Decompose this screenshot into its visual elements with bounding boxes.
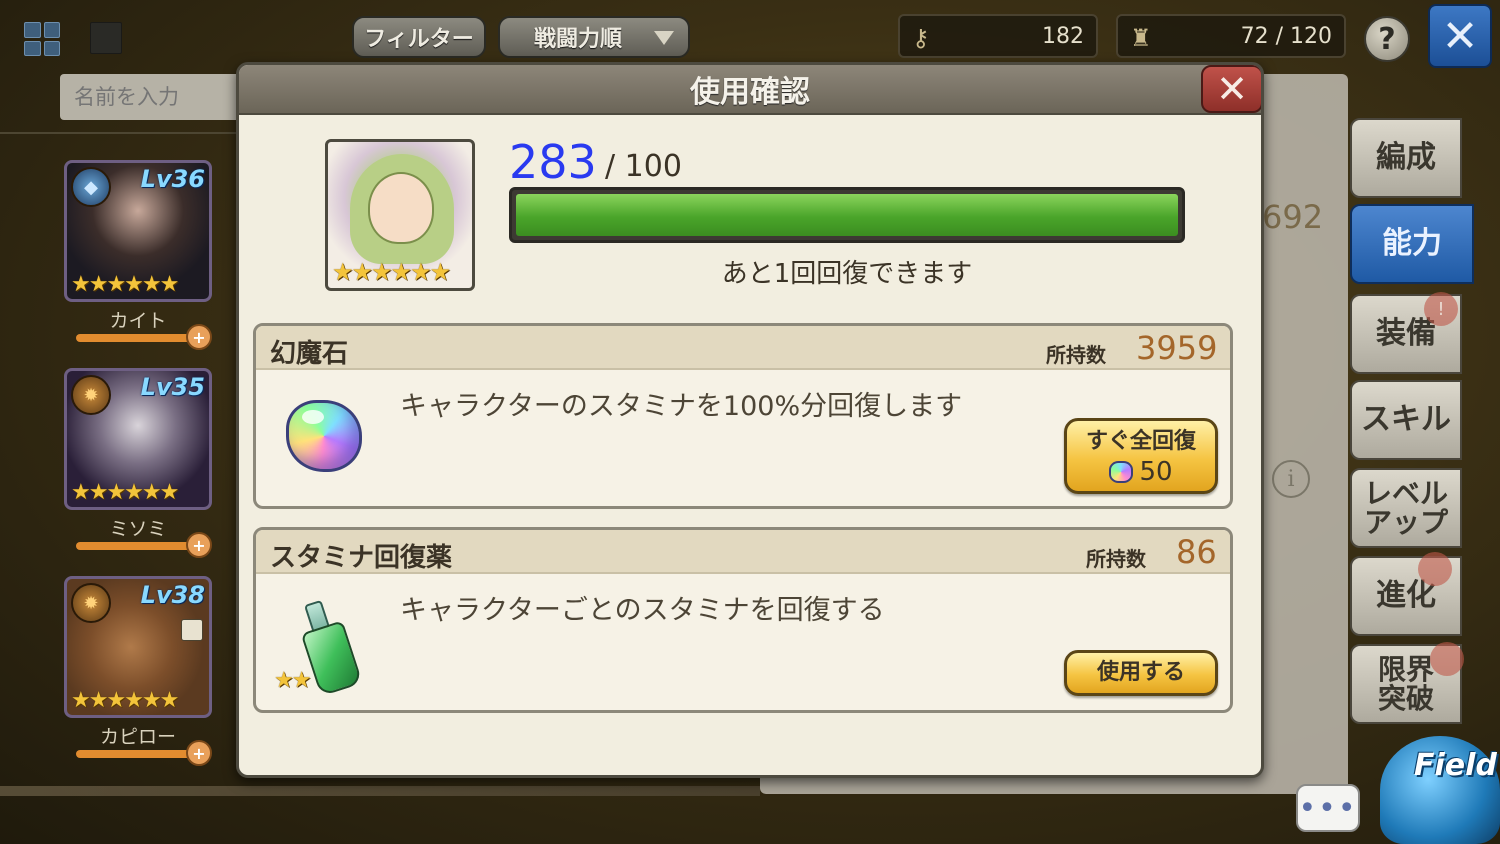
character-card[interactable]: ✹ Lv35 ★★★★★★ ミソミ +: [64, 368, 214, 560]
name-search-input[interactable]: [60, 74, 240, 120]
stamina-current: 283: [509, 135, 597, 189]
tab-formation[interactable]: 編成: [1350, 118, 1462, 198]
item-description: キャラクターごとのスタミナを回復する: [400, 595, 885, 626]
stamina-mini-bar: [76, 750, 194, 758]
item-description: キャラクターのスタミナを100%分回復します: [400, 391, 963, 422]
notification-badge: !: [1424, 292, 1458, 326]
plus-icon[interactable]: +: [186, 532, 212, 558]
grid-view-button[interactable]: [22, 20, 62, 58]
full-recover-label: すぐ全回復: [1085, 429, 1196, 454]
filter-button[interactable]: フィルター: [352, 16, 486, 58]
character-capacity-icon: ♜: [1130, 24, 1152, 52]
notification-badge: [1418, 552, 1452, 586]
owned-count: 3959: [1136, 329, 1218, 367]
recovery-note: あと1回回復できます: [721, 259, 973, 289]
item-panel-magic-stone: 幻魔石 所持数 3959 キャラクターのスタミナを100%分回復します すぐ全回…: [253, 323, 1233, 509]
item-name: スタミナ回復薬: [270, 543, 453, 573]
character-card[interactable]: ✹ Lv38 ★★★★★★ カピロー +: [64, 576, 214, 768]
rarity-stars: ★★★★★★: [71, 688, 179, 713]
potion-icon: ★★: [274, 596, 378, 697]
fire-element-icon: ✹: [71, 375, 111, 415]
field-label: Field: [1414, 748, 1497, 783]
cost-value: 50: [1139, 457, 1173, 487]
level-label: Lv35: [140, 373, 205, 401]
capacity-box: ♜ 72 / 120: [1116, 14, 1346, 58]
use-item-button[interactable]: 使用する: [1064, 650, 1218, 696]
stat-counter-value: 182: [1042, 23, 1084, 49]
rarity-stars: ★★★★★★: [332, 258, 451, 286]
sort-dropdown[interactable]: 戦闘力順: [498, 16, 690, 58]
tab-level-up[interactable]: レベル アップ: [1350, 468, 1462, 548]
stamina-bar: [509, 187, 1185, 243]
use-confirmation-dialog: 使用確認 ✕ ★★★★★★ 283 / 100 あと1回回復できます 幻魔石 所…: [236, 62, 1264, 778]
fire-element-icon: ✹: [71, 583, 111, 623]
stamina-max: / 100: [605, 149, 682, 184]
owned-count: 86: [1176, 533, 1217, 571]
water-element-icon: ◆: [71, 167, 111, 207]
close-screen-button[interactable]: ✕: [1428, 4, 1492, 68]
lock-icon: [181, 619, 203, 641]
grid-cell: [43, 40, 60, 56]
portrait-face: [368, 172, 434, 244]
rarity-stars: ★★★★★★: [71, 480, 179, 505]
item-header: 幻魔石 所持数 3959: [256, 326, 1230, 370]
character-card[interactable]: ◆ Lv36 ★★★★★★ カイト +: [64, 160, 214, 352]
tab-skill[interactable]: スキル: [1350, 380, 1462, 460]
owned-label: 所持数: [1046, 343, 1106, 367]
item-header: スタミナ回復薬 所持数 86: [256, 530, 1230, 574]
tab-ability[interactable]: 能力: [1350, 204, 1474, 284]
help-button[interactable]: ?: [1364, 16, 1410, 62]
capacity-value: 72 / 120: [1240, 23, 1332, 49]
rarity-stars: ★★: [274, 668, 311, 693]
next-row-hint: [0, 786, 760, 796]
dialog-close-button[interactable]: ✕: [1201, 65, 1261, 113]
character-portrait: ✹ Lv35 ★★★★★★: [64, 368, 212, 510]
sort-label: 戦闘力順: [534, 27, 623, 52]
dialog-title: 使用確認: [239, 65, 1261, 115]
plus-icon[interactable]: +: [186, 740, 212, 766]
notification-badge: [1430, 642, 1464, 676]
gem-icon: [1109, 461, 1134, 483]
level-label: Lv36: [140, 165, 205, 193]
gem-shine: [302, 410, 324, 424]
divider: [0, 132, 240, 134]
full-recover-button[interactable]: すぐ全回復 50: [1064, 418, 1218, 494]
level-label: Lv38: [140, 581, 205, 609]
chevron-down-icon: [654, 31, 674, 45]
item-panel-stamina-potion: スタミナ回復薬 所持数 86 ★★ キャラクターごとのスタミナを回復する 使用す…: [253, 527, 1233, 713]
key-icon: ⚷: [912, 24, 930, 52]
chat-button[interactable]: •••: [1296, 784, 1360, 832]
potion-body: [300, 620, 363, 697]
character-portrait: ✹ Lv38 ★★★★★★: [64, 576, 212, 718]
stamina-bar-fill: [516, 194, 1178, 236]
gem-icon: [286, 400, 362, 472]
list-view-button[interactable]: [90, 22, 122, 54]
rarity-stars: ★★★★★★: [71, 272, 179, 297]
top-bar: フィルター 戦闘力順 ⚷ 182 ♜ 72 / 120 ? ✕: [0, 0, 1500, 70]
grid-cell: [24, 40, 41, 56]
stamina-mini-bar: [76, 542, 194, 550]
character-portrait: ◆ Lv36 ★★★★★★: [64, 160, 212, 302]
cost-row: 50: [1067, 457, 1215, 487]
stat-counter-box: ⚷ 182: [898, 14, 1098, 58]
magic-stone-icon: [278, 392, 378, 492]
grid-cell: [43, 22, 60, 38]
character-portrait: ★★★★★★: [325, 139, 475, 291]
item-name: 幻魔石: [270, 339, 349, 369]
detail-number: 692: [1262, 198, 1324, 236]
stamina-mini-bar: [76, 334, 194, 342]
owned-label: 所持数: [1086, 547, 1146, 571]
info-icon[interactable]: i: [1272, 460, 1310, 498]
grid-cell: [24, 22, 41, 38]
plus-icon[interactable]: +: [186, 324, 212, 350]
